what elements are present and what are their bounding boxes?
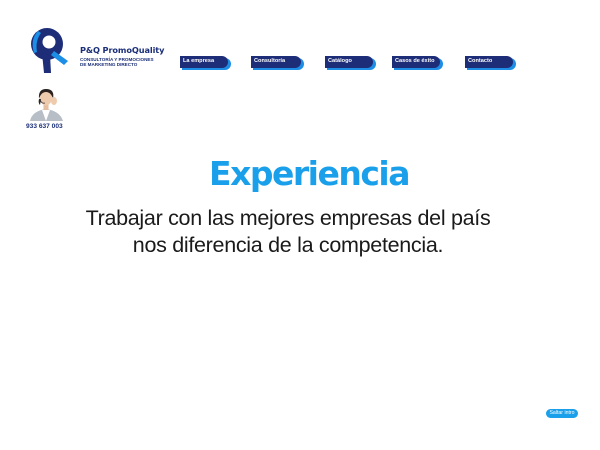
nav-item-catalogo[interactable]: Catálogo [325, 56, 376, 70]
page-subtext-line1: Trabajar con las mejores empresas del pa… [85, 206, 491, 230]
contact-phone: 933 637 003 [26, 123, 63, 130]
contact-block[interactable]: 933 637 003 [26, 87, 70, 133]
nav-item-casos-de-exito[interactable]: Casos de éxito [392, 56, 443, 70]
page-headline: Experiencia [209, 154, 410, 193]
main-nav: La empresa Consultoría Catálogo Casos de… [0, 56, 600, 70]
nav-item-contacto[interactable]: Contacto [465, 56, 516, 70]
page-subtext: Trabajar con las mejores empresas del pa… [0, 205, 576, 259]
page-subtext-line2: nos diferencia de la competencia. [132, 233, 444, 257]
nav-item-la-empresa[interactable]: La empresa [180, 56, 231, 70]
skip-intro-button[interactable]: Saltar intro [546, 409, 578, 418]
nav-item-consultoria[interactable]: Consultoría [251, 56, 304, 70]
nav-item-label: Catálogo [325, 56, 373, 68]
brand-name: P&Q PromoQuality [80, 45, 165, 55]
nav-item-label: La empresa [180, 56, 228, 68]
operator-avatar-icon [30, 89, 63, 121]
nav-item-label: Consultoría [251, 56, 301, 68]
nav-item-label: Contacto [465, 56, 513, 68]
nav-item-label: Casos de éxito [392, 56, 440, 68]
